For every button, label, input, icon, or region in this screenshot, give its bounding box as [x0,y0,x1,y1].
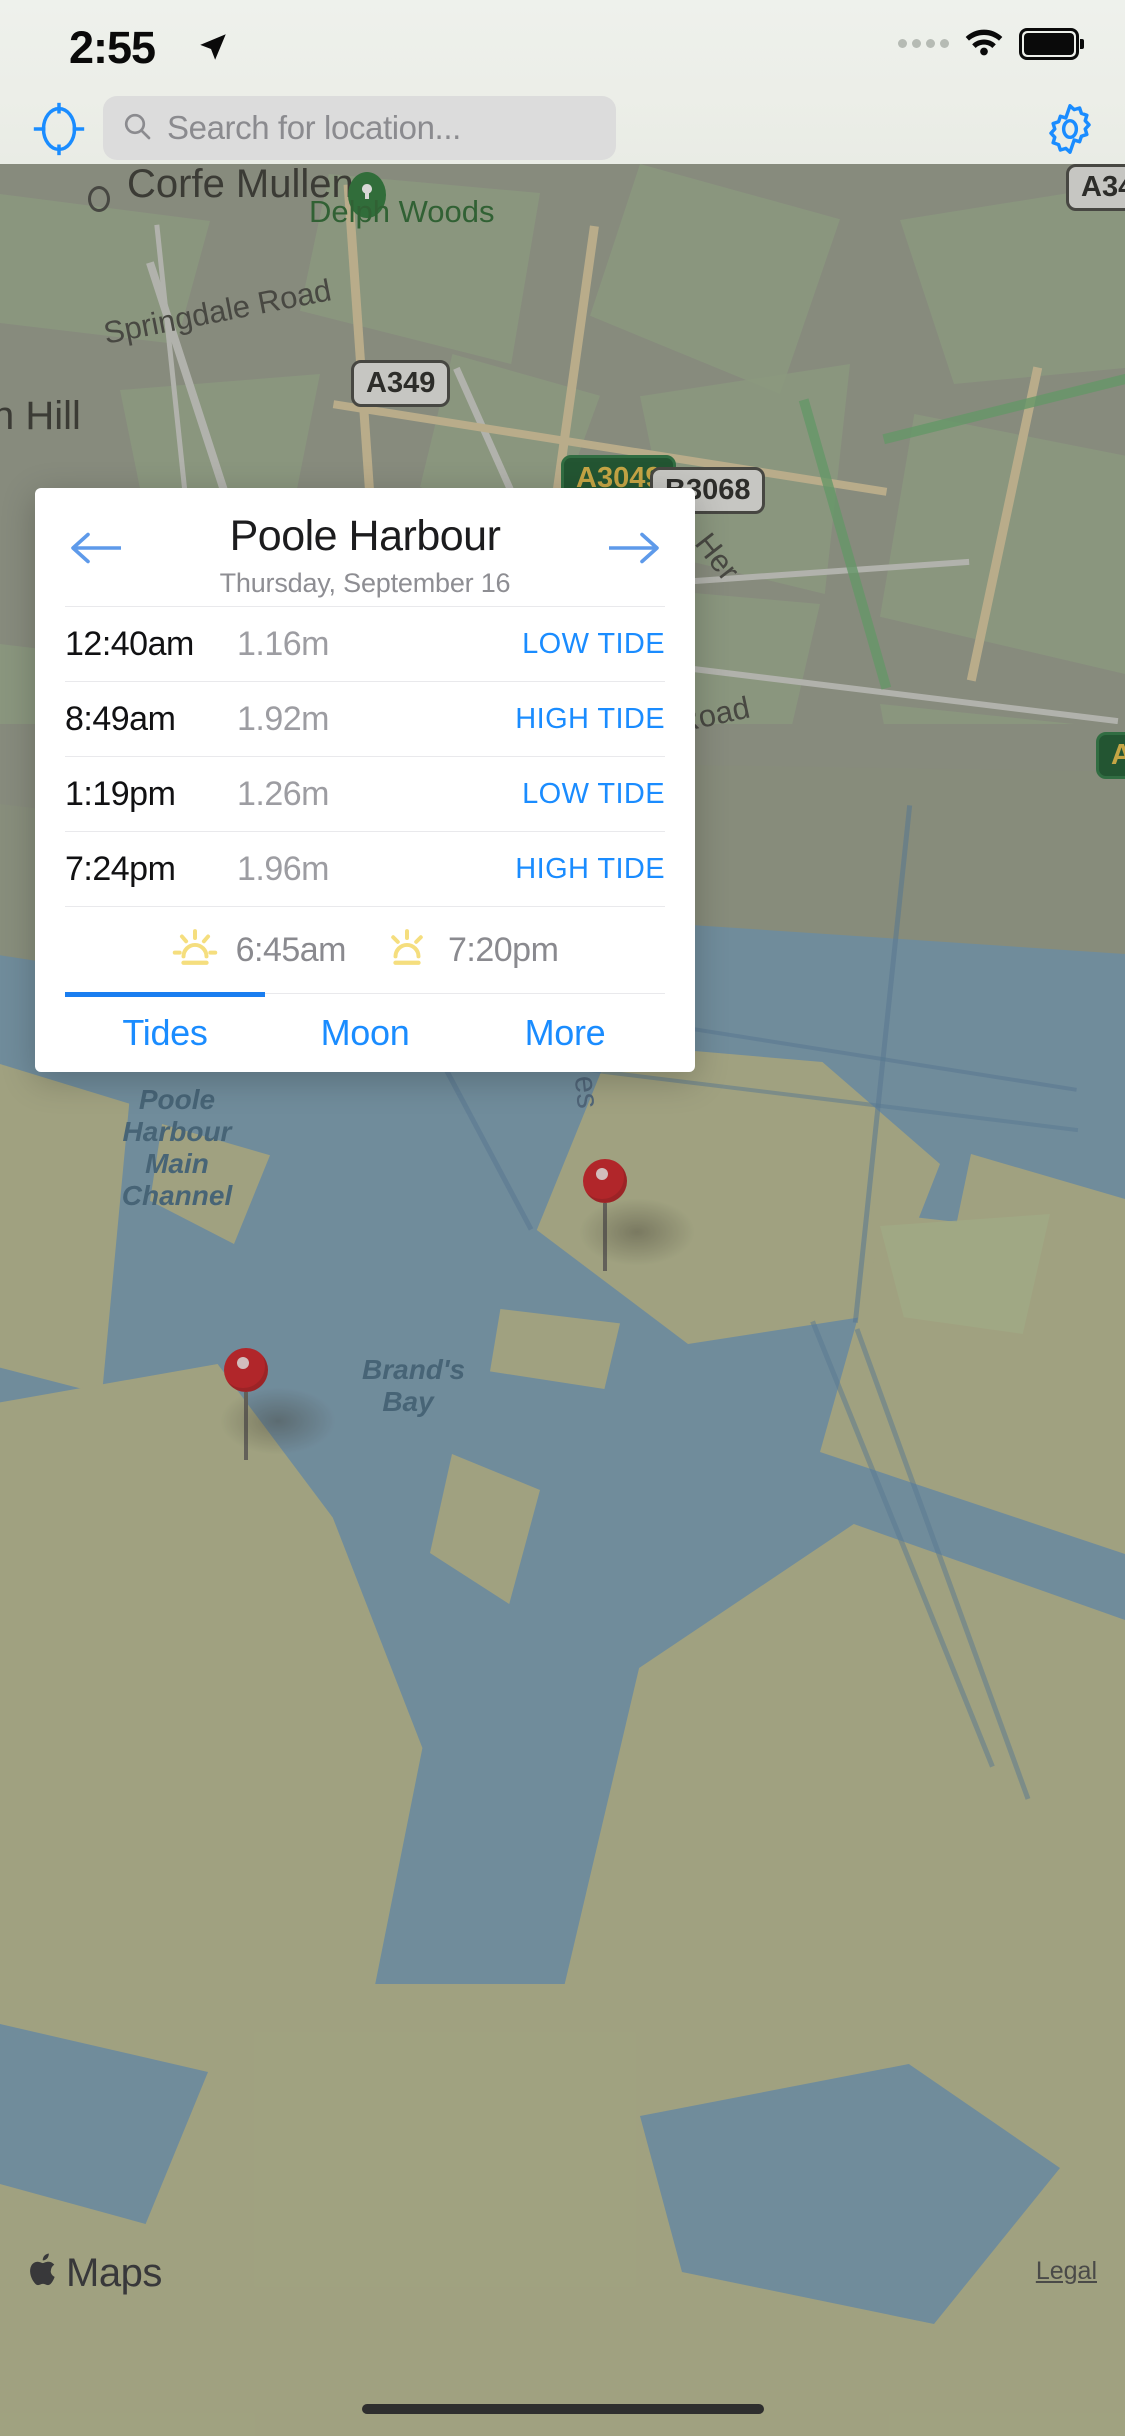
tab-more[interactable]: More [465,1012,665,1054]
tide-type-badge: HIGH TIDE [515,852,665,885]
tide-type-badge: HIGH TIDE [515,702,665,735]
status-time: 2:55 [69,22,156,73]
tide-type-badge: LOW TIDE [522,627,665,660]
road-badge: A349 [351,360,451,407]
table-row: 12:40am 1.16m LOW TIDE [65,606,665,681]
search-toolbar: Search for location... [0,92,1125,164]
tab-moon[interactable]: Moon [265,1012,465,1054]
page-title: Poole Harbour [229,512,501,560]
pin-head [224,1348,268,1392]
sunset-time: 7:20pm [448,930,559,969]
next-day-button[interactable] [603,526,663,570]
tab-tides[interactable]: Tides [65,1012,265,1054]
signal-dots-icon [898,39,949,48]
map-label: Brand's Bay [362,1354,466,1417]
maps-word: Maps [66,2251,162,2295]
location-arrow-icon [196,30,230,64]
map-label: Delph Woods [309,194,495,229]
status-indicators [898,26,1084,61]
tide-info-card: Poole Harbour Thursday, September 16 12:… [35,488,695,1072]
table-row: 7:24pm 1.96m HIGH TIDE [65,831,665,906]
map-roundabout-icon [88,186,110,212]
gear-icon[interactable] [1041,100,1099,158]
crosshair-locate-icon[interactable] [28,98,90,160]
sunrise-time: 6:45am [235,930,347,969]
card-tab-bar: Tides Moon More [65,992,665,1072]
active-tab-indicator [65,992,265,997]
map-pin[interactable] [218,1348,338,1460]
pin-shadow [218,1386,338,1456]
tide-height: 1.16m [237,624,330,663]
sunrise-icon [172,928,218,973]
tide-height: 1.96m [237,849,330,888]
road-badge: A35 [1096,732,1125,779]
sunset-item: 7:20pm [384,928,559,973]
pin-shadow [577,1197,697,1267]
sunrise-item: 6:45am [172,928,347,973]
tide-time: 8:49am [65,699,176,738]
tide-time: 7:24pm [65,849,176,888]
card-date: Thursday, September 16 [219,568,511,598]
battery-full-icon [1019,27,1084,60]
tide-list: 12:40am 1.16m LOW TIDE 8:49am 1.92m HIGH… [35,606,695,906]
map-label: n Hill [0,394,81,438]
home-indicator[interactable] [361,2404,764,2414]
status-bar: 2:55 [0,0,1125,92]
card-header: Poole Harbour Thursday, September 16 [35,488,695,606]
apple-logo-icon [28,2251,60,2296]
table-row: 1:19pm 1.26m LOW TIDE [65,756,665,831]
map-pin[interactable] [577,1159,697,1271]
apple-maps-attribution: Maps [28,2251,162,2296]
wifi-icon [964,26,1004,61]
sunset-icon [384,928,430,973]
search-input[interactable]: Search for location... [103,96,616,160]
map-label: Poole Harbour Main Channel [121,1084,233,1211]
road-badge: A341 [1066,164,1125,211]
sun-times-row: 6:45am 7:20pm [65,906,665,993]
map-label: es [567,1073,606,1111]
tide-type-badge: LOW TIDE [522,777,665,810]
search-icon [121,110,153,147]
legal-link[interactable]: Legal [1036,2257,1097,2286]
tide-height: 1.26m [237,774,330,813]
tide-height: 1.92m [237,699,330,738]
pin-head [583,1159,627,1203]
table-row: 8:49am 1.92m HIGH TIDE [65,681,665,756]
tide-time: 1:19pm [65,774,176,813]
map-green-area [880,1214,1050,1334]
tide-time: 12:40am [65,624,194,663]
search-placeholder: Search for location... [167,109,461,146]
